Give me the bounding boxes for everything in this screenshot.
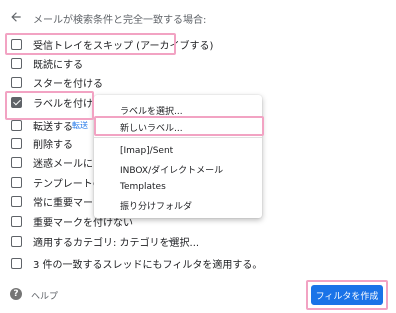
forward-link[interactable]: 転送: [72, 120, 88, 131]
apply-existing-checkbox[interactable]: [11, 257, 22, 269]
apply-existing-label: 3 件の一致するスレッドにもフィルタを適用する。: [33, 259, 263, 271]
menu-item-sort-folder[interactable]: 振り分けフォルダ: [94, 196, 262, 214]
category-label: 適用するカテゴリ: カテゴリを選択...: [33, 237, 200, 249]
forward-label: 転送する: [33, 121, 73, 133]
always-important-checkbox[interactable]: [11, 195, 22, 207]
create-filter-button[interactable]: フィルタを作成: [311, 285, 383, 305]
option-mark-read[interactable]: 既読にする: [0, 54, 396, 72]
menu-item-imap-sent[interactable]: [Imap]/Sent: [94, 142, 262, 160]
delete-label: 削除する: [33, 139, 73, 151]
category-checkbox[interactable]: [11, 235, 22, 247]
skip-inbox-checkbox[interactable]: [11, 38, 22, 50]
never-important-checkbox[interactable]: [11, 215, 22, 227]
category-dropdown-icon[interactable]: [168, 240, 174, 243]
menu-item-new-label[interactable]: 新しいラベル...: [94, 118, 262, 136]
star-checkbox[interactable]: [11, 76, 22, 88]
filter-header: メールが検索条件と完全一致する場合:: [0, 0, 396, 34]
menu-item-templates[interactable]: Templates: [94, 178, 262, 196]
menu-item-choose-label[interactable]: ラベルを選択...: [94, 101, 262, 119]
menu-item-inbox-direct-mail[interactable]: INBOX/ダイレクトメール: [94, 160, 262, 178]
star-label: スターを付ける: [33, 78, 103, 90]
menu-divider: [94, 137, 262, 138]
delete-checkbox[interactable]: [11, 137, 22, 149]
option-category[interactable]: 適用するカテゴリ: カテゴリを選択...: [0, 232, 396, 250]
option-apply-existing[interactable]: 3 件の一致するスレッドにもフィルタを適用する。: [0, 254, 396, 272]
never-spam-checkbox[interactable]: [11, 156, 22, 168]
back-arrow-icon[interactable]: [9, 10, 23, 24]
help-link[interactable]: ヘルプ: [31, 289, 58, 302]
header-title: メールが検索条件と完全一致する場合:: [33, 15, 207, 26]
mark-read-label: 既読にする: [33, 59, 84, 71]
skip-inbox-label: 受信トレイをスキップ (アーカイブする): [33, 40, 214, 52]
option-skip-inbox[interactable]: 受信トレイをスキップ (アーカイブする): [0, 35, 396, 53]
mark-read-checkbox[interactable]: [11, 57, 22, 69]
option-star[interactable]: スターを付ける: [0, 73, 396, 91]
help-icon[interactable]: ?: [10, 288, 22, 300]
send-template-checkbox[interactable]: [11, 176, 22, 188]
apply-label-checkbox[interactable]: [11, 96, 22, 108]
forward-checkbox[interactable]: [11, 119, 22, 131]
label-menu: ラベルを選択... 新しいラベル... [Imap]/Sent INBOX/ダイ…: [94, 95, 262, 218]
